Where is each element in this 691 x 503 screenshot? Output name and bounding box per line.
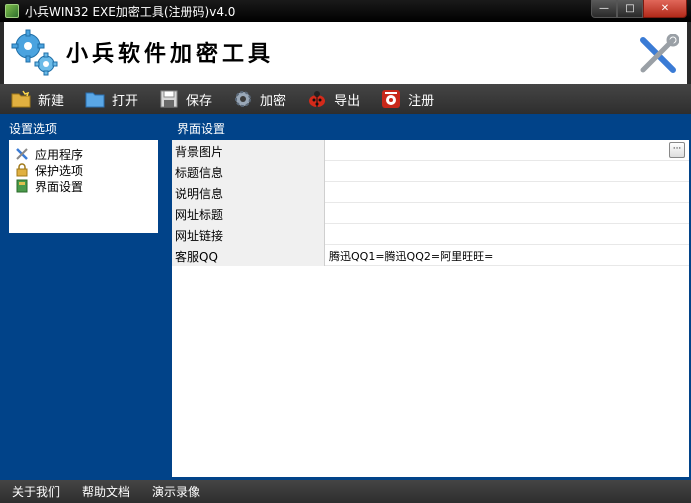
help-docs-link[interactable]: 帮助文档 bbox=[82, 483, 130, 500]
tree-item-protection[interactable]: 保护选项 bbox=[15, 162, 158, 178]
settings-tree: 应用程序 保护选项 界面设置 bbox=[9, 140, 158, 233]
property-row-url-link: 网址链接 bbox=[172, 224, 689, 245]
settings-options-header: 设置选项 bbox=[9, 122, 58, 136]
open-folder-icon bbox=[84, 88, 106, 110]
property-row-title-info: 标题信息 bbox=[172, 161, 689, 182]
property-value[interactable] bbox=[328, 161, 668, 182]
demo-video-link[interactable]: 演示录像 bbox=[152, 483, 200, 500]
title-bar: 小兵WIN32 EXE加密工具(注册码)v4.0 — □ ✕ bbox=[0, 0, 691, 22]
interface-settings-header: 界面设置 bbox=[177, 122, 226, 136]
main-area: 设置选项 界面设置 应用程序 保护选项 界面设置 背景图片 ··· 标题信息 说… bbox=[0, 114, 691, 480]
wrench-screwdriver-icon bbox=[640, 34, 679, 73]
property-row-url-title: 网址标题 bbox=[172, 203, 689, 224]
property-key: 标题信息 bbox=[172, 161, 325, 182]
banner-title: 小兵软件加密工具 bbox=[66, 41, 275, 67]
banner: 小兵软件加密工具 bbox=[0, 22, 691, 84]
toolbar-encrypt-button[interactable]: 加密 bbox=[230, 87, 288, 111]
minimize-button[interactable]: — bbox=[591, 0, 617, 18]
toolbar-register-button[interactable]: 注册 bbox=[378, 87, 436, 111]
phone-icon bbox=[380, 88, 402, 110]
property-row-support-qq: 客服QQ 腾迅QQ1=腾迅QQ2=阿里旺旺= bbox=[172, 245, 689, 266]
property-key: 网址标题 bbox=[172, 203, 325, 224]
close-button[interactable]: ✕ bbox=[643, 0, 687, 18]
gear-icon bbox=[232, 88, 254, 110]
browse-button[interactable]: ··· bbox=[669, 142, 685, 158]
gears-logo-icon bbox=[11, 29, 58, 76]
property-row-description-info: 说明信息 bbox=[172, 182, 689, 203]
toolbar-export-button[interactable]: 导出 bbox=[304, 87, 362, 111]
tree-item-interface[interactable]: 界面设置 bbox=[15, 178, 158, 194]
toolbar-save-button[interactable]: 保存 bbox=[156, 87, 214, 111]
tree-item-application[interactable]: 应用程序 bbox=[15, 146, 158, 162]
tools-icon bbox=[15, 147, 29, 161]
toolbar-open-button[interactable]: 打开 bbox=[82, 87, 140, 111]
property-row-background-image: 背景图片 ··· bbox=[172, 140, 689, 161]
property-value[interactable] bbox=[328, 140, 668, 161]
property-key: 背景图片 bbox=[172, 140, 325, 161]
window-title: 小兵WIN32 EXE加密工具(注册码)v4.0 bbox=[25, 4, 236, 19]
footer-bar: 关于我们 帮助文档 演示录像 bbox=[0, 480, 691, 503]
maximize-button[interactable]: □ bbox=[617, 0, 643, 18]
property-value[interactable] bbox=[328, 224, 668, 245]
save-icon bbox=[158, 88, 180, 110]
property-value[interactable] bbox=[328, 182, 668, 203]
new-folder-icon bbox=[10, 88, 32, 110]
toolbar: 新建 打开 保存 加密 导出 注册 bbox=[0, 84, 691, 114]
property-key: 客服QQ bbox=[172, 245, 325, 266]
property-grid: 背景图片 ··· 标题信息 说明信息 网址标题 网址链接 客服QQ 腾迅QQ1=… bbox=[172, 140, 689, 477]
about-us-link[interactable]: 关于我们 bbox=[12, 483, 60, 500]
property-key: 说明信息 bbox=[172, 182, 325, 203]
book-icon bbox=[15, 179, 29, 193]
app-icon bbox=[5, 4, 19, 18]
ladybug-icon bbox=[306, 88, 328, 110]
toolbar-new-button[interactable]: 新建 bbox=[8, 87, 66, 111]
property-value[interactable]: 腾迅QQ1=腾迅QQ2=阿里旺旺= bbox=[328, 245, 668, 266]
lock-icon bbox=[15, 163, 29, 177]
property-value[interactable] bbox=[328, 203, 668, 224]
window-controls: — □ ✕ bbox=[591, 0, 687, 18]
property-key: 网址链接 bbox=[172, 224, 325, 245]
